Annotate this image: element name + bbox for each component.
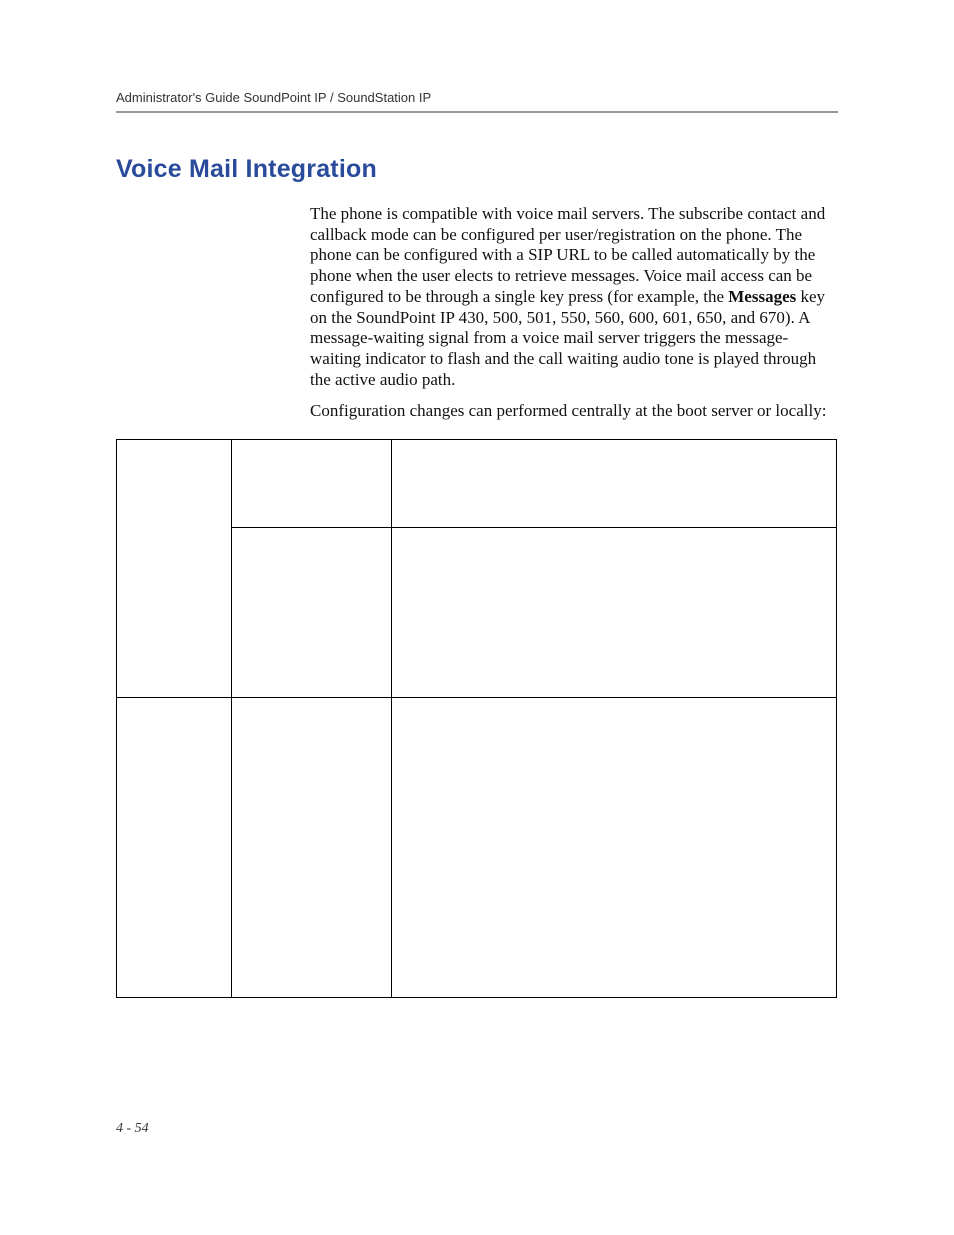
running-header: Administrator's Guide SoundPoint IP / So…: [116, 90, 838, 113]
table-cell: [392, 440, 837, 528]
table-cell: [232, 440, 392, 528]
paragraph-1: The phone is compatible with voice mail …: [310, 204, 838, 391]
config-table: [116, 439, 837, 998]
section-title: Voice Mail Integration: [116, 155, 838, 184]
table-row: [117, 698, 837, 998]
table-cell: [117, 440, 232, 698]
page-number: 4 - 54: [116, 1121, 149, 1137]
table-cell: [392, 528, 837, 698]
table-cell: [117, 698, 232, 998]
messages-key-bold: Messages: [728, 287, 796, 306]
page: Administrator's Guide SoundPoint IP / So…: [0, 0, 954, 998]
table-cell: [232, 698, 392, 998]
table-row: [117, 440, 837, 528]
paragraph-2: Configuration changes can performed cent…: [310, 401, 838, 422]
body-text-block: The phone is compatible with voice mail …: [310, 204, 838, 421]
table-cell: [232, 528, 392, 698]
table-cell: [392, 698, 837, 998]
